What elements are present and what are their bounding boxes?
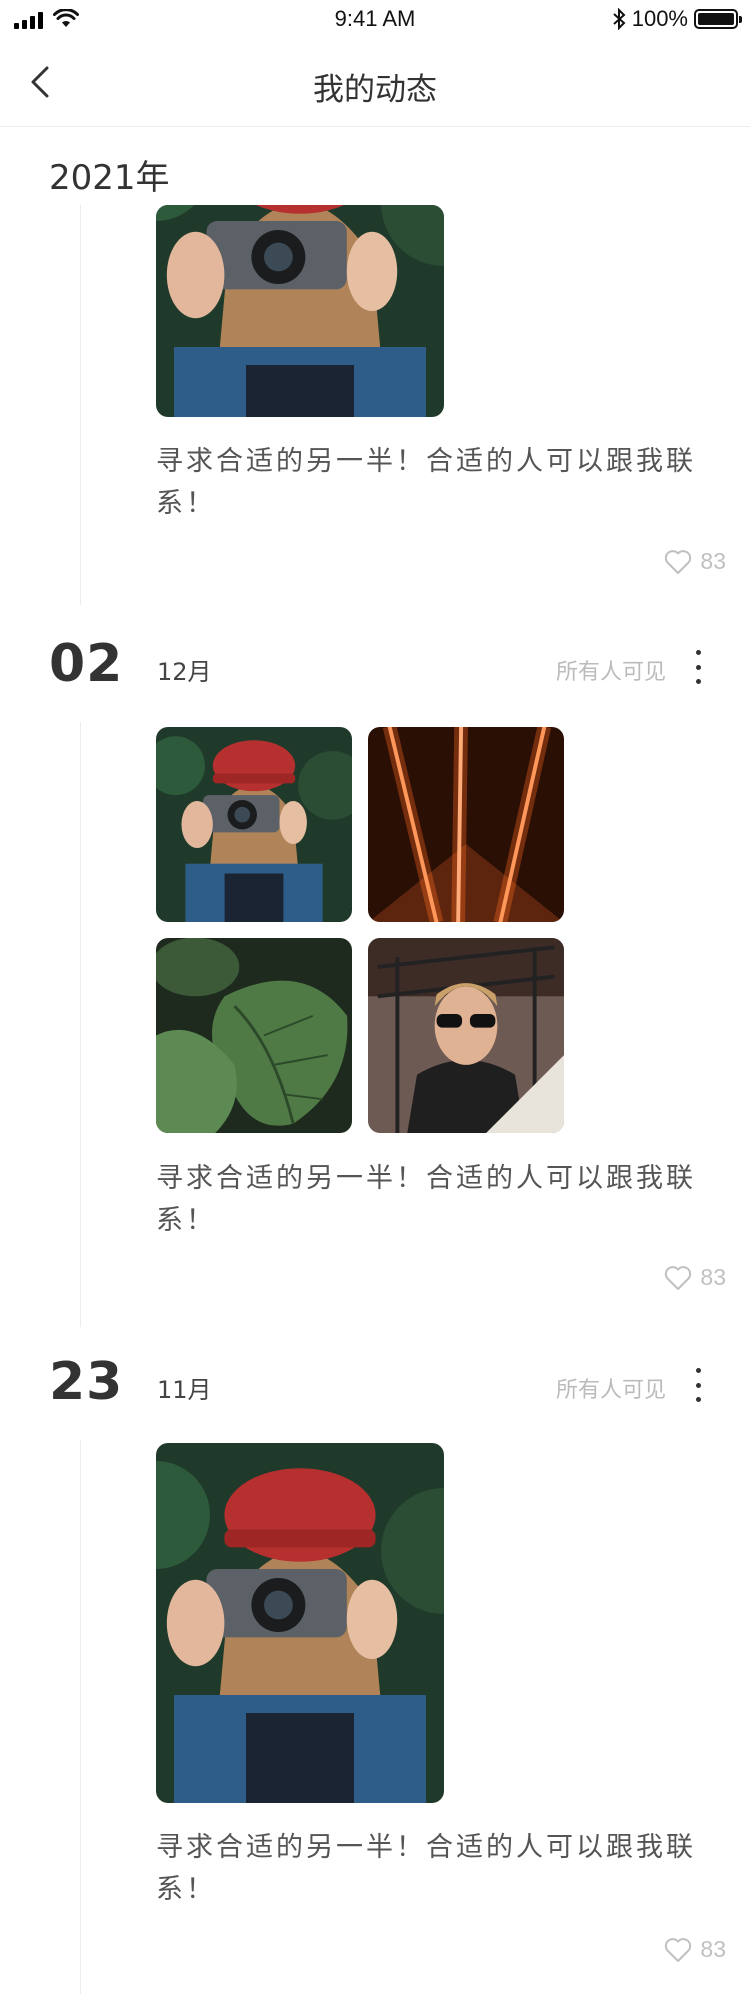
visibility-label[interactable]: 所有人可见 [556, 654, 666, 686]
like-count: 83 [700, 548, 726, 574]
leaf-photo [156, 938, 352, 1133]
dot [695, 664, 701, 670]
page-title: 我的动态 [313, 72, 437, 108]
heart-icon [665, 1265, 692, 1290]
heart-icon [665, 549, 692, 574]
like-count: 83 [700, 1936, 726, 1962]
more-options-button[interactable] [688, 1368, 708, 1402]
battery-icon [694, 9, 742, 29]
sparks-photo [368, 727, 564, 922]
timeline-line [80, 205, 81, 605]
more-options-button[interactable] [688, 650, 708, 684]
post-text: 寻求合适的另一半！合适的人可以跟我联系！ [156, 1163, 696, 1236]
navigation-bar: 我的动态 [0, 40, 750, 127]
man-sunglasses-photo [368, 938, 564, 1133]
post-text: 寻求合适的另一半！合适的人可以跟我联系！ [156, 1832, 696, 1905]
post-photo[interactable] [156, 727, 352, 922]
like-button[interactable]: 83 [664, 1264, 726, 1291]
timeline-line [80, 1440, 81, 1994]
dot [695, 1382, 701, 1388]
like-button[interactable]: 83 [664, 548, 726, 575]
post-month: 12月 [157, 658, 212, 686]
woman-camera-photo [156, 727, 352, 922]
dot [695, 1368, 701, 1373]
post-text: 寻求合适的另一半！合适的人可以跟我联系！ [156, 446, 696, 519]
battery-percentage: 100% [631, 6, 688, 31]
dot [695, 650, 701, 655]
post-photo[interactable] [156, 205, 444, 417]
dot [695, 1397, 701, 1402]
post-day: 23 [49, 1352, 124, 1412]
dot [695, 679, 701, 684]
post-day: 02 [49, 634, 124, 694]
like-count: 83 [700, 1264, 726, 1290]
post-photo[interactable] [368, 727, 564, 922]
post-month: 11月 [157, 1376, 212, 1404]
woman-camera-photo [156, 205, 444, 417]
timeline-line [80, 722, 81, 1327]
woman-camera-photo [156, 1443, 444, 1803]
post-photo[interactable] [156, 938, 352, 1133]
visibility-label[interactable]: 所有人可见 [556, 1372, 666, 1404]
like-button[interactable]: 83 [664, 1936, 726, 1963]
status-bar: 9:41 AM 100% [0, 0, 750, 40]
year-heading: 2021年 [49, 158, 170, 198]
post-photo[interactable] [368, 938, 564, 1133]
post-photo[interactable] [156, 1443, 444, 1803]
bluetooth-icon [613, 8, 626, 30]
heart-icon [665, 1937, 692, 1962]
